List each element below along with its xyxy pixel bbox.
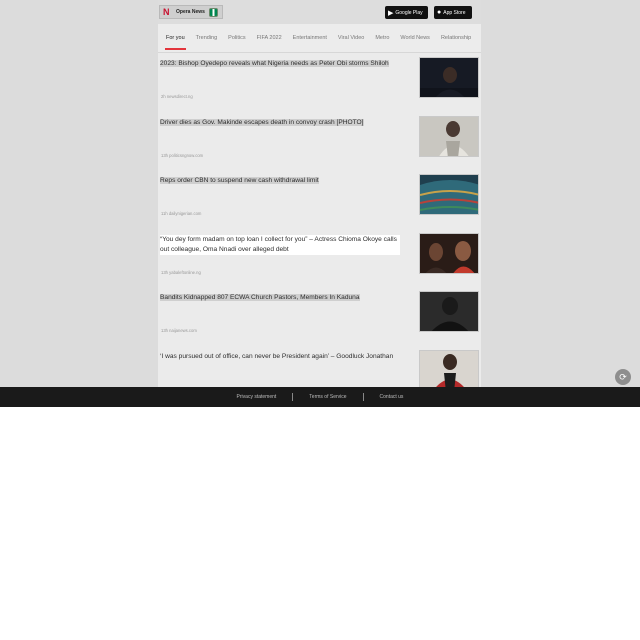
privacy-link[interactable]: Privacy statement xyxy=(221,394,293,400)
thumbnail-image xyxy=(420,292,478,332)
thumbnail-image xyxy=(420,350,478,387)
terms-link[interactable]: Terms of Service xyxy=(293,394,362,400)
article-thumbnail[interactable] xyxy=(419,232,479,274)
article-title[interactable]: 2023: Bishop Oyedepo reveals what Nigeri… xyxy=(160,59,400,69)
tab-fifa-2022[interactable]: FIFA 2022 xyxy=(257,24,282,53)
article-source: 13h naijanews.com xyxy=(161,328,197,334)
article-card[interactable]: Reps order CBN to suspend new cash withd… xyxy=(158,171,481,230)
tab-entertainment[interactable]: Entertainment xyxy=(293,24,327,53)
article-title[interactable]: “You dey form madam on top loan I collec… xyxy=(160,234,400,255)
page: N Opera News ▶ Google Play ● App Store F… xyxy=(0,0,640,640)
article-title[interactable]: Driver dies as Gov. Makinde escapes deat… xyxy=(160,118,400,128)
article-source: 13h politicsngnow.com xyxy=(161,152,204,158)
refresh-icon[interactable]: ⟳ xyxy=(615,369,631,385)
article-title-text: Bandits Kidnapped 807 ECWA Church Pastor… xyxy=(160,294,360,302)
tab-politics[interactable]: Politics xyxy=(228,24,245,53)
brand-logo-button[interactable]: N Opera News xyxy=(159,5,223,19)
google-play-button[interactable]: ▶ Google Play xyxy=(385,6,428,19)
article-title-text: ‘I was pursued out of office, can never … xyxy=(160,352,394,360)
contact-link[interactable]: Contact us xyxy=(364,394,420,400)
article-card[interactable]: Driver dies as Gov. Makinde escapes deat… xyxy=(158,113,481,172)
article-thumbnail[interactable] xyxy=(419,291,479,333)
tab-for-you[interactable]: For you xyxy=(165,24,186,53)
article-card[interactable]: “You dey form madam on top loan I collec… xyxy=(158,230,481,289)
article-title-text: Reps order CBN to suspend new cash withd… xyxy=(160,177,319,185)
brand-name: Opera News xyxy=(176,9,205,15)
article-thumbnail[interactable] xyxy=(419,174,479,216)
tab-viral-video[interactable]: Viral Video xyxy=(338,24,364,53)
article-thumbnail[interactable] xyxy=(419,349,479,387)
apple-icon: ● xyxy=(437,9,442,16)
app-store-button[interactable]: ● App Store xyxy=(434,6,472,19)
news-feed: 2023: Bishop Oyedepo reveals what Nigeri… xyxy=(158,54,481,387)
thumbnail-image xyxy=(420,233,478,273)
news-column: N Opera News ▶ Google Play ● App Store F… xyxy=(158,0,481,387)
thumbnail-image xyxy=(420,116,478,156)
article-title[interactable]: ‘I was pursued out of office, can never … xyxy=(160,352,400,362)
article-thumbnail[interactable] xyxy=(419,57,479,98)
article-card[interactable]: Bandits Kidnapped 807 ECWA Church Pastor… xyxy=(158,288,481,347)
tab-world-news[interactable]: World News xyxy=(400,24,430,53)
article-source: 2h newsdirect.ng xyxy=(161,94,193,99)
category-tabs: For you Trending Politics FIFA 2022 Ente… xyxy=(158,24,481,53)
top-bar: N Opera News ▶ Google Play ● App Store xyxy=(158,0,481,24)
nigeria-flag-icon xyxy=(208,7,218,17)
footer: Privacy statement Terms of Service Conta… xyxy=(0,387,640,407)
play-store-icon: ▶ xyxy=(388,9,394,17)
article-source: 11h dailynigerian.com xyxy=(161,211,202,217)
article-thumbnail[interactable] xyxy=(419,115,479,157)
tab-metro[interactable]: Metro xyxy=(375,24,389,53)
article-card[interactable]: ‘I was pursued out of office, can never … xyxy=(158,347,481,387)
thumbnail-image xyxy=(420,175,478,215)
article-title-text: 2023: Bishop Oyedepo reveals what Nigeri… xyxy=(160,60,389,67)
article-title[interactable]: Reps order CBN to suspend new cash withd… xyxy=(160,176,400,186)
article-title-text: Driver dies as Gov. Makinde escapes deat… xyxy=(160,118,364,126)
thumbnail-image xyxy=(420,58,478,97)
google-play-label: Google Play xyxy=(395,9,423,16)
tab-relationship[interactable]: Relationship xyxy=(441,24,471,53)
opera-logo-icon: N xyxy=(163,6,170,17)
article-source: 13h yabaleftonline.ng xyxy=(161,269,201,275)
article-card[interactable]: 2023: Bishop Oyedepo reveals what Nigeri… xyxy=(158,54,481,113)
article-title[interactable]: Bandits Kidnapped 807 ECWA Church Pastor… xyxy=(160,293,400,303)
app-store-label: App Store xyxy=(443,9,466,16)
tab-trending[interactable]: Trending xyxy=(196,24,218,53)
